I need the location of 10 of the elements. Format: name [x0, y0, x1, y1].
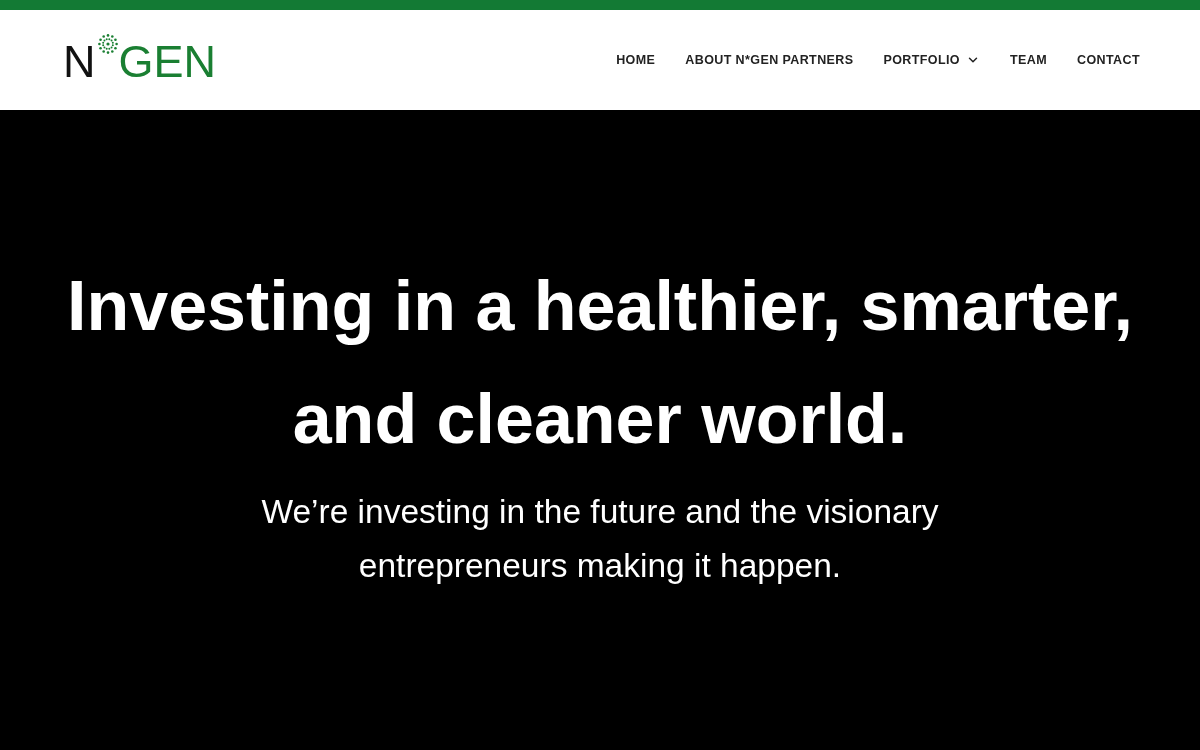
nav-link[interactable]: TEAM: [1010, 53, 1047, 67]
nav-link[interactable]: PORTFOLIO: [883, 53, 980, 67]
starburst-icon: [97, 34, 118, 54]
hero-subheading: We’re investing in the future and the visionary entrepreneurs making it happen.: [260, 492, 940, 586]
nav-link[interactable]: ABOUT N*GEN PARTNERS: [685, 53, 854, 67]
nav-link[interactable]: CONTACT: [1077, 53, 1140, 67]
hero-headline: Investing in a healthier, smarter, and cleaner world.: [66, 266, 1134, 460]
nav-link[interactable]: HOME: [616, 53, 656, 67]
logo-text[interactable]: GEN: [118, 38, 216, 86]
logo-text[interactable]: N: [63, 38, 96, 86]
